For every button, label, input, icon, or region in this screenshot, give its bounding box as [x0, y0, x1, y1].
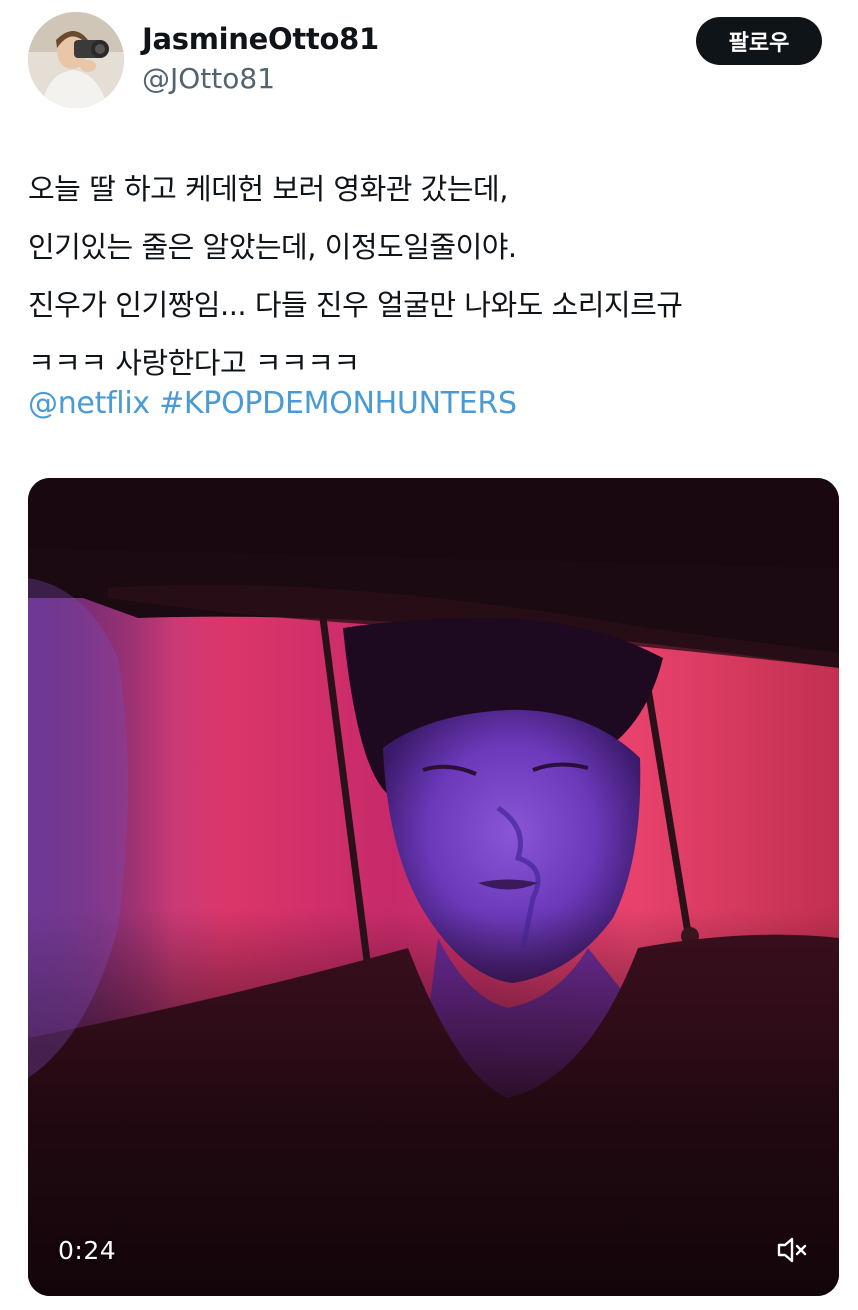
tweet-text-line: 진우가 인기짱임... 다들 진우 얼굴만 나와도 소리지르규 [28, 288, 683, 322]
tweet-text-line: 인기있는 줄은 알았는데, 이정도일줄이야. [28, 230, 517, 264]
video-player[interactable] [28, 478, 839, 1296]
video-timestamp: 0:24 [58, 1236, 117, 1265]
follow-button[interactable]: 팔로우 [696, 17, 822, 65]
author-display-name[interactable]: JasmineOtto81 [142, 22, 379, 56]
speaker-muted-icon [777, 1237, 807, 1263]
tweet-text-line: 오늘 딸 하고 케데헌 보러 영화관 갔는데, [28, 172, 508, 206]
avatar-image [28, 12, 124, 108]
mute-button[interactable] [776, 1234, 810, 1266]
author-handle[interactable]: @JOtto81 [142, 62, 275, 95]
tweet-card: JasmineOtto81 @JOtto81 팔로우 오늘 딸 하고 케데헌 보… [0, 0, 858, 1310]
tweet-links: @netflix #KPOPDEMONHUNTERS [28, 378, 517, 430]
author-avatar[interactable] [28, 12, 124, 108]
video-frame [28, 478, 839, 1296]
hashtag-link[interactable]: #KPOPDEMONHUNTERS [159, 386, 517, 421]
mention-link[interactable]: @netflix [28, 386, 150, 421]
tweet-text: 오늘 딸 하고 케데헌 보러 영화관 갔는데, 인기있는 줄은 알았는데, 이정… [28, 160, 838, 392]
